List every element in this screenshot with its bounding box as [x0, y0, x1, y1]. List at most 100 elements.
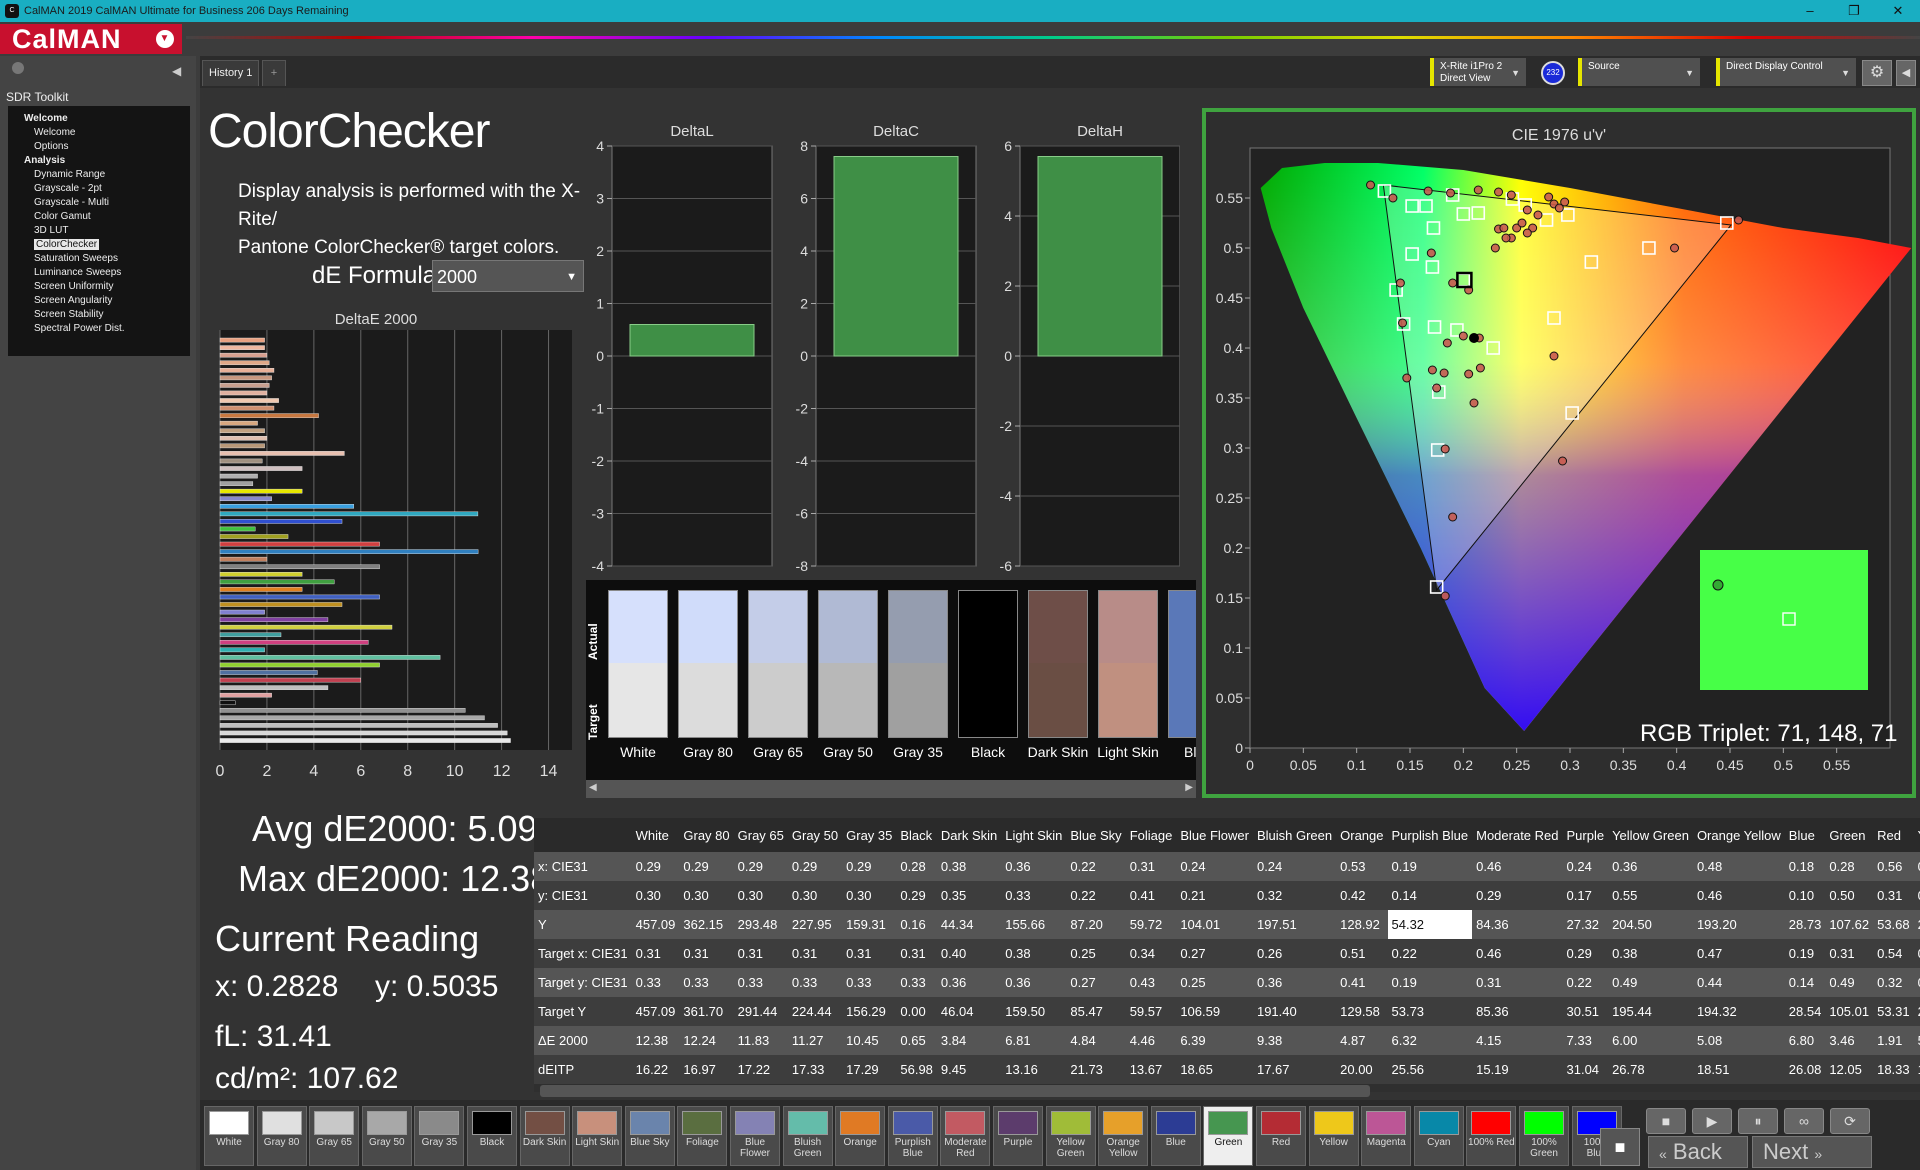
table-scrollbar[interactable] [540, 1085, 1370, 1097]
patch-button[interactable]: Red [1256, 1106, 1306, 1166]
pin-icon[interactable] [12, 62, 24, 74]
sidebar-item[interactable]: ColorChecker [8, 238, 190, 252]
next-button[interactable]: Next » [1752, 1136, 1872, 1168]
sidebar-item-label: Options [34, 141, 69, 152]
scroll-right-icon[interactable]: ▶ [1185, 782, 1193, 793]
patch-button[interactable]: Gray 35 [414, 1106, 465, 1166]
display-selector[interactable]: Direct Display Control ▼ [1716, 58, 1856, 86]
target-label: Target [586, 704, 600, 740]
table-cell: 13.16 [1001, 1055, 1067, 1084]
minimize-button[interactable]: – [1788, 0, 1832, 22]
table-cell: 129.58 [1336, 997, 1388, 1026]
patch-button[interactable]: Blue [1150, 1106, 1201, 1166]
patch-button[interactable]: Purplish Blue [887, 1106, 938, 1166]
patch-color [524, 1111, 565, 1135]
patch-button[interactable]: Blue Flower [730, 1106, 780, 1166]
patch-button[interactable]: Orange Yellow [1098, 1106, 1149, 1166]
calman-logo-menu[interactable]: CalMAN ▼ [0, 24, 182, 54]
patch-button[interactable]: Cyan [1413, 1106, 1464, 1166]
sidebar-item[interactable]: Spectral Power Dist. [8, 322, 190, 336]
stop-square-icon[interactable]: ■ [1600, 1128, 1640, 1166]
patch-button[interactable]: Black [467, 1106, 517, 1166]
target-swatch [1029, 663, 1087, 737]
settings-gear-icon[interactable]: ⚙ [1862, 60, 1892, 86]
swatch-label: Light Skin [1097, 744, 1159, 760]
sidebar-item[interactable]: 3D LUT [8, 224, 190, 238]
sidebar-item[interactable]: Welcome [8, 126, 190, 140]
patch-button[interactable]: Yellow [1308, 1106, 1359, 1166]
sidebar-item[interactable]: Dynamic Range [8, 168, 190, 182]
patch-button[interactable]: Bluish Green [782, 1106, 833, 1166]
stop-icon[interactable]: ■ [1646, 1108, 1686, 1134]
patch-button[interactable]: Yellow Green [1045, 1106, 1096, 1166]
patch-button[interactable]: Light Skin [572, 1106, 623, 1166]
maximize-button[interactable]: ❐ [1832, 0, 1876, 22]
sidebar-item[interactable]: Welcome [8, 112, 190, 126]
sidebar-item[interactable]: Analysis [8, 154, 190, 168]
table-cell: 457.09 [631, 910, 680, 939]
source-selector[interactable]: Source ▼ [1578, 58, 1700, 86]
sidebar-item[interactable]: Options [8, 140, 190, 154]
close-button[interactable]: ✕ [1876, 0, 1920, 22]
patch-button[interactable]: Green [1203, 1106, 1254, 1166]
patch-button[interactable]: Foliage [677, 1106, 728, 1166]
patch-button[interactable]: Orange [835, 1106, 886, 1166]
patch-button[interactable]: 100% Green [1519, 1106, 1569, 1166]
bar-tick-label: 3 [596, 191, 604, 207]
table-cell: 0.31 [1873, 881, 1914, 910]
deltae-bar [219, 692, 272, 698]
deltae-bar [219, 504, 354, 509]
patch-button[interactable]: 100% Red [1466, 1106, 1517, 1166]
scroll-left-icon[interactable]: ◀ [589, 782, 597, 793]
table-cell: 0.31 [1825, 939, 1874, 968]
back-button[interactable]: « Back [1648, 1136, 1748, 1168]
chevron-down-icon: ▼ [1841, 68, 1850, 78]
sidebar-item[interactable]: Screen Stability [8, 308, 190, 322]
deltae-tick-label: 4 [309, 763, 318, 780]
actual-swatch [1029, 591, 1087, 663]
swatch-scrollbar[interactable]: ◀ ▶ [586, 780, 1196, 798]
cie-y-tick-label: 0.35 [1216, 390, 1243, 406]
sidebar-item[interactable]: Saturation Sweeps [8, 252, 190, 266]
table-cell: 28.73 [1784, 910, 1826, 939]
patch-button[interactable]: Gray 65 [309, 1106, 360, 1166]
collapse-panel-icon[interactable]: ◀ [172, 64, 181, 78]
add-tab-button[interactable]: + [262, 60, 286, 86]
table-cell: 0.16 [896, 910, 937, 939]
sidebar-item[interactable]: Color Gamut [8, 210, 190, 224]
table-header: Gray 65 [733, 818, 788, 852]
patch-button[interactable]: Blue Sky [624, 1106, 675, 1166]
sidebar-item[interactable]: Grayscale - 2pt [8, 182, 190, 196]
table-cell: 4.84 [1066, 1026, 1126, 1055]
patch-button[interactable]: White [204, 1106, 254, 1166]
loop-icon[interactable]: ∞ [1784, 1108, 1824, 1134]
collapse-right-icon[interactable]: ◀ [1896, 60, 1916, 86]
meter-badge[interactable]: 232 [1541, 61, 1565, 85]
patch-color [261, 1111, 302, 1135]
patch-button[interactable]: Gray 50 [361, 1106, 412, 1166]
table-cell: 21.73 [1066, 1055, 1126, 1084]
de-formula-select[interactable]: 2000 ▼ [432, 260, 584, 292]
sidebar-item[interactable]: Luminance Sweeps [8, 266, 190, 280]
sidebar-item[interactable]: Screen Angularity [8, 294, 190, 308]
actual-swatch [679, 591, 737, 663]
patch-button[interactable]: Dark Skin [519, 1106, 570, 1166]
table-cell: 0.46 [1692, 881, 1785, 910]
bar-tick-label: 0 [1004, 348, 1012, 364]
refresh-icon[interactable]: ⟳ [1830, 1108, 1870, 1134]
cie-x-tick-label: 0.35 [1610, 757, 1637, 773]
patch-button[interactable]: Gray 80 [256, 1106, 307, 1166]
sidebar-item[interactable]: Grayscale - Multi [8, 196, 190, 210]
patch-button[interactable]: Magenta [1361, 1106, 1412, 1166]
meter-selector[interactable]: X-Rite i1Pro 2 Direct View ▼ [1430, 58, 1526, 86]
measured-marker [1442, 338, 1452, 348]
patch-button[interactable]: Purple [993, 1106, 1043, 1166]
pause-icon[interactable]: ⏸ [1738, 1108, 1778, 1134]
tab-history-1[interactable]: History 1 [202, 60, 260, 86]
table-cell: 0.33 [842, 968, 897, 997]
cie-diagram-panel: CIE 1976 u'v' 0 0.05 0.1 0.15 0.2 0.25 0.3 0.35 0… [1202, 108, 1916, 798]
target-swatch [679, 663, 737, 737]
play-icon[interactable]: ▶ [1692, 1108, 1732, 1134]
sidebar-item[interactable]: Screen Uniformity [8, 280, 190, 294]
patch-button[interactable]: Moderate Red [940, 1106, 991, 1166]
